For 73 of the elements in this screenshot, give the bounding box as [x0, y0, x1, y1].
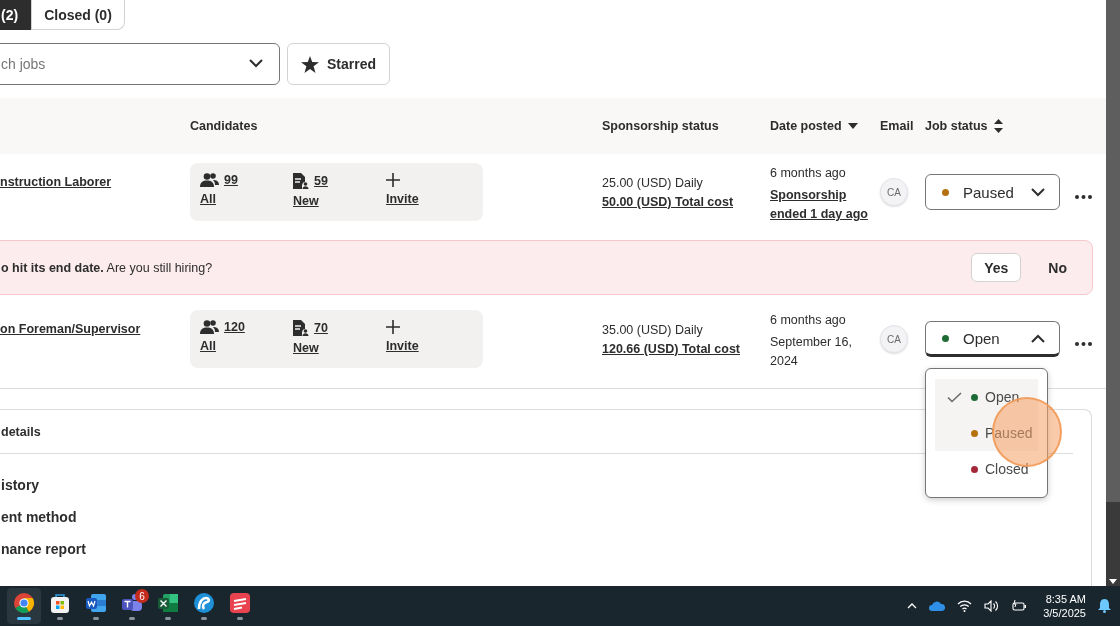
- bell-icon[interactable]: [1098, 599, 1111, 613]
- card-title: details: [1, 424, 41, 439]
- sponsorship-ended-link[interactable]: Sponsorship ended 1 day ago: [770, 186, 880, 224]
- all-link[interactable]: All: [200, 192, 216, 206]
- taskbar-app[interactable]: 6: [115, 588, 149, 624]
- column-header: Candidates: [190, 119, 258, 133]
- all-count-link[interactable]: 120: [224, 320, 245, 334]
- people-icon: [200, 173, 219, 187]
- chevron-up-icon[interactable]: [907, 603, 918, 609]
- plus-icon[interactable]: [386, 173, 400, 187]
- details-link[interactable]: nance report: [1, 541, 1091, 557]
- daily-budget: 35.00 (USD) Daily: [602, 323, 704, 337]
- more-icon[interactable]: [1075, 342, 1092, 346]
- starred-button[interactable]: Starred: [287, 43, 391, 85]
- email-avatar[interactable]: CA: [880, 178, 908, 206]
- sort-down-icon[interactable]: [847, 123, 858, 129]
- invite-link[interactable]: Invite: [386, 192, 419, 206]
- total-cost-link[interactable]: 50.00 (USD) Total cost: [602, 195, 770, 209]
- total-cost-link[interactable]: 120.66 (USD) Total cost: [602, 342, 770, 356]
- column-header: Job status: [925, 119, 988, 133]
- daily-budget: 25.00 (USD) Daily: [602, 176, 704, 190]
- column-header: Email: [880, 119, 914, 133]
- answer-button[interactable]: No: [1035, 253, 1080, 282]
- wifi-icon[interactable]: [957, 600, 973, 612]
- browser-icon[interactable]: [13, 592, 35, 614]
- star-icon: [301, 55, 319, 73]
- swirl-app-icon[interactable]: [193, 592, 215, 614]
- scroll-down-icon[interactable]: [1109, 579, 1117, 584]
- search-field[interactable]: ch jobs: [0, 43, 280, 85]
- date-posted: 6 months ago: [770, 165, 847, 182]
- document-person-icon: [293, 173, 309, 189]
- answer-button[interactable]: Yes: [971, 253, 1022, 282]
- store-bag-icon[interactable]: [49, 592, 71, 614]
- new-count-link[interactable]: 70: [314, 321, 328, 335]
- taskbar-app[interactable]: [7, 588, 41, 624]
- status-option[interactable]: Open: [935, 379, 1038, 415]
- check-icon: [947, 391, 962, 403]
- speaker-icon[interactable]: [984, 600, 1000, 612]
- invite-link[interactable]: Invite: [386, 339, 419, 353]
- email-avatar[interactable]: CA: [880, 325, 908, 353]
- filter-tab[interactable]: (2): [0, 0, 32, 30]
- details-link[interactable]: ent method: [1, 509, 1091, 525]
- spreadsheet-app-icon[interactable]: [157, 592, 179, 614]
- plus-icon[interactable]: [386, 320, 400, 334]
- all-link[interactable]: All: [200, 339, 216, 353]
- clock[interactable]: 8:35 AM 3/5/2025: [1043, 592, 1086, 620]
- new-count-link[interactable]: 59: [314, 174, 328, 188]
- column-header: Sponsorship status: [602, 119, 719, 133]
- post-date: September 16, 2024: [770, 334, 853, 370]
- job-title-link[interactable]: nstruction Laborer: [0, 175, 190, 189]
- new-link[interactable]: New: [293, 194, 319, 208]
- job-status-select[interactable]: Paused: [925, 174, 1060, 210]
- cloud-icon[interactable]: [929, 601, 946, 611]
- notification-badge: 6: [135, 589, 149, 603]
- all-count-link[interactable]: 99: [224, 173, 238, 187]
- battery-icon[interactable]: [1011, 600, 1028, 612]
- date-posted: 6 months ago: [770, 312, 847, 329]
- more-icon[interactable]: [1075, 195, 1092, 199]
- sort-icon[interactable]: [993, 119, 1003, 133]
- column-header: Date posted: [770, 119, 842, 133]
- filter-tab[interactable]: Closed (0): [31, 0, 125, 30]
- job-status-select[interactable]: Open: [925, 321, 1060, 357]
- job-title-link[interactable]: on Foreman/Supervisor: [0, 322, 190, 336]
- stripes-app-icon[interactable]: [229, 592, 251, 614]
- chevron-icon: [1031, 333, 1045, 343]
- people-icon: [200, 320, 219, 334]
- new-link[interactable]: New: [293, 341, 319, 355]
- alert-message: o hit its end date. Are you still hiring?: [1, 260, 214, 275]
- chevron-icon: [249, 59, 263, 68]
- chevron-icon: [1031, 187, 1045, 197]
- document-app-icon[interactable]: [85, 592, 107, 614]
- document-person-icon: [293, 320, 309, 336]
- scrollbar[interactable]: [1106, 0, 1120, 586]
